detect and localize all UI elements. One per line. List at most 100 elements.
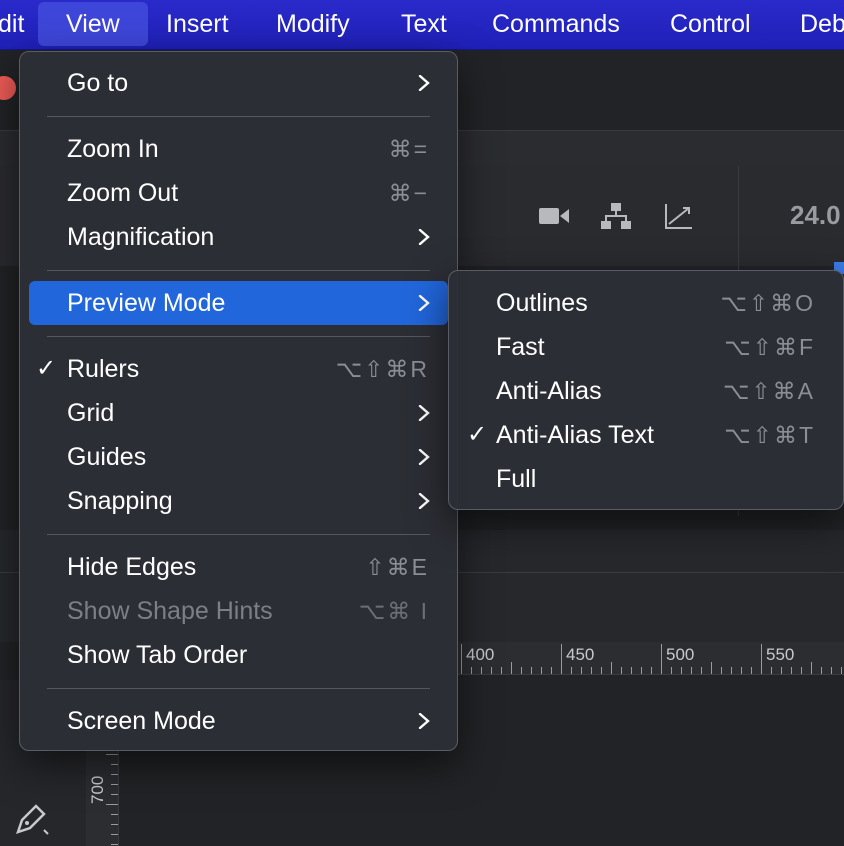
chevron-right-icon xyxy=(418,295,430,311)
ruler-label: 700 xyxy=(88,775,107,804)
menu-modify[interactable]: Modify xyxy=(276,0,350,47)
submenu-item-anti-alias-text[interactable]: ✓ Anti-Alias Text ⌥⇧⌘T xyxy=(449,413,843,457)
ruler-tick xyxy=(811,662,812,674)
menu-item-label: Full xyxy=(496,465,537,493)
menu-item-screen-mode[interactable]: Screen Mode xyxy=(20,699,457,743)
ruler-tick xyxy=(841,667,842,674)
ruler-tick xyxy=(561,644,562,674)
ruler-tick xyxy=(711,662,712,674)
menu-item-label: Grid xyxy=(67,399,115,427)
menu-item-label: Anti-Alias xyxy=(496,377,602,405)
ruler-tick xyxy=(541,667,542,674)
menu-item-label: Anti-Alias Text xyxy=(496,421,654,449)
menu-item-zoom-out[interactable]: Zoom Out ⌘− xyxy=(20,171,457,215)
menu-item-shortcut: ⌥⇧⌘O xyxy=(720,290,815,316)
ruler-tick xyxy=(791,667,792,674)
ruler-tick xyxy=(111,824,118,825)
menu-item-label: Hide Edges xyxy=(67,553,197,581)
vertical-ruler: 700 xyxy=(86,750,119,846)
ruler-tick xyxy=(731,667,732,674)
ruler-tick xyxy=(831,667,832,674)
hierarchy-icon[interactable] xyxy=(601,202,631,237)
menu-item-label: Go to xyxy=(67,69,129,97)
ruler-tick xyxy=(611,662,612,674)
ruler-tick xyxy=(111,764,118,765)
ruler-tick xyxy=(631,667,632,674)
ruler-tick xyxy=(111,774,118,775)
ruler-tick xyxy=(821,667,822,674)
menu-item-shortcut: ⌥⇧⌘R xyxy=(335,356,429,382)
menu-item-rulers[interactable]: ✓ Rulers ⌥⇧⌘R xyxy=(20,347,457,391)
menu-item-preview-mode[interactable]: Preview Mode xyxy=(29,281,448,325)
ruler-tick xyxy=(681,667,682,674)
menu-item-zoom-in[interactable]: Zoom In ⌘= xyxy=(20,127,457,171)
ruler-tick xyxy=(781,667,782,674)
ruler-tick xyxy=(106,804,118,805)
pen-tool-icon[interactable] xyxy=(14,800,50,836)
menu-item-shortcut: ⌥⌘ I xyxy=(358,598,429,624)
submenu-item-outlines[interactable]: Outlines ⌥⇧⌘O xyxy=(449,281,843,325)
chevron-right-icon xyxy=(418,713,430,729)
menu-item-shortcut: ⌘= xyxy=(388,136,429,162)
ruler-label: 500 xyxy=(666,645,695,664)
menu-control[interactable]: Control xyxy=(670,0,751,47)
ruler-tick xyxy=(621,667,622,674)
ruler-tick xyxy=(551,667,552,674)
ruler-tick xyxy=(651,667,652,674)
ruler-tick xyxy=(531,667,532,674)
preview-mode-submenu: Outlines ⌥⇧⌘O Fast ⌥⇧⌘F Anti-Alias ⌥⇧⌘A … xyxy=(448,270,844,510)
camera-icon[interactable] xyxy=(538,204,570,235)
ruler-tick xyxy=(111,794,118,795)
ruler-tick xyxy=(571,667,572,674)
menu-text[interactable]: Text xyxy=(401,0,447,47)
menu-item-label: Magnification xyxy=(67,223,215,251)
menu-view[interactable]: View xyxy=(38,2,148,46)
checkmark-icon: ✓ xyxy=(467,421,488,448)
menu-item-magnification[interactable]: Magnification xyxy=(20,215,457,259)
menu-item-shortcut: ⇧⌘E xyxy=(365,554,429,580)
menu-item-label: Zoom Out xyxy=(67,179,179,207)
ruler-label: 400 xyxy=(466,645,495,664)
ruler-tick xyxy=(701,667,702,674)
menu-item-label: Preview Mode xyxy=(67,289,226,317)
menu-debug[interactable]: Deb xyxy=(800,0,844,47)
ruler-tick xyxy=(591,667,592,674)
menu-item-shortcut: ⌘− xyxy=(388,180,429,206)
menu-item-hide-edges[interactable]: Hide Edges ⇧⌘E xyxy=(20,545,457,589)
menu-item-guides[interactable]: Guides xyxy=(20,435,457,479)
view-menu: Go to Zoom In ⌘= Zoom Out ⌘− Magnificati… xyxy=(19,51,458,751)
menu-item-show-shape-hints: Show Shape Hints ⌥⌘ I xyxy=(20,589,457,633)
chevron-right-icon xyxy=(418,493,430,509)
menu-commands[interactable]: Commands xyxy=(492,0,620,47)
submenu-item-anti-alias[interactable]: Anti-Alias ⌥⇧⌘A xyxy=(449,369,843,413)
ruler-tick xyxy=(111,784,118,785)
chevron-right-icon xyxy=(418,449,430,465)
ruler-tick xyxy=(641,667,642,674)
ruler-tick xyxy=(111,814,118,815)
menu-item-label: Fast xyxy=(496,333,545,361)
ruler-label: 450 xyxy=(566,645,595,664)
ruler-tick xyxy=(491,667,492,674)
ruler-tick xyxy=(721,667,722,674)
menu-item-label: Rulers xyxy=(67,355,140,383)
horizontal-ruler: 400 450 500 550 xyxy=(458,642,844,675)
menu-separator xyxy=(47,116,430,117)
menu-item-snapping[interactable]: Snapping xyxy=(20,479,457,523)
menu-separator xyxy=(47,270,430,271)
ruler-tick xyxy=(581,667,582,674)
graph-icon[interactable] xyxy=(664,202,694,237)
menu-edit[interactable]: dit xyxy=(0,0,24,47)
menu-item-go-to[interactable]: Go to xyxy=(20,61,457,105)
ruler-tick xyxy=(511,662,512,674)
ruler-tick xyxy=(501,667,502,674)
menu-item-label: Screen Mode xyxy=(67,707,216,735)
checkmark-icon: ✓ xyxy=(36,355,57,382)
ruler-tick xyxy=(801,667,802,674)
submenu-item-full[interactable]: Full xyxy=(449,457,843,501)
submenu-item-fast[interactable]: Fast ⌥⇧⌘F xyxy=(449,325,843,369)
menu-item-shortcut: ⌥⇧⌘A xyxy=(722,378,815,404)
menu-item-show-tab-order[interactable]: Show Tab Order xyxy=(20,633,457,677)
menu-item-grid[interactable]: Grid xyxy=(20,391,457,435)
menu-insert[interactable]: Insert xyxy=(166,0,229,47)
ruler-tick xyxy=(671,667,672,674)
